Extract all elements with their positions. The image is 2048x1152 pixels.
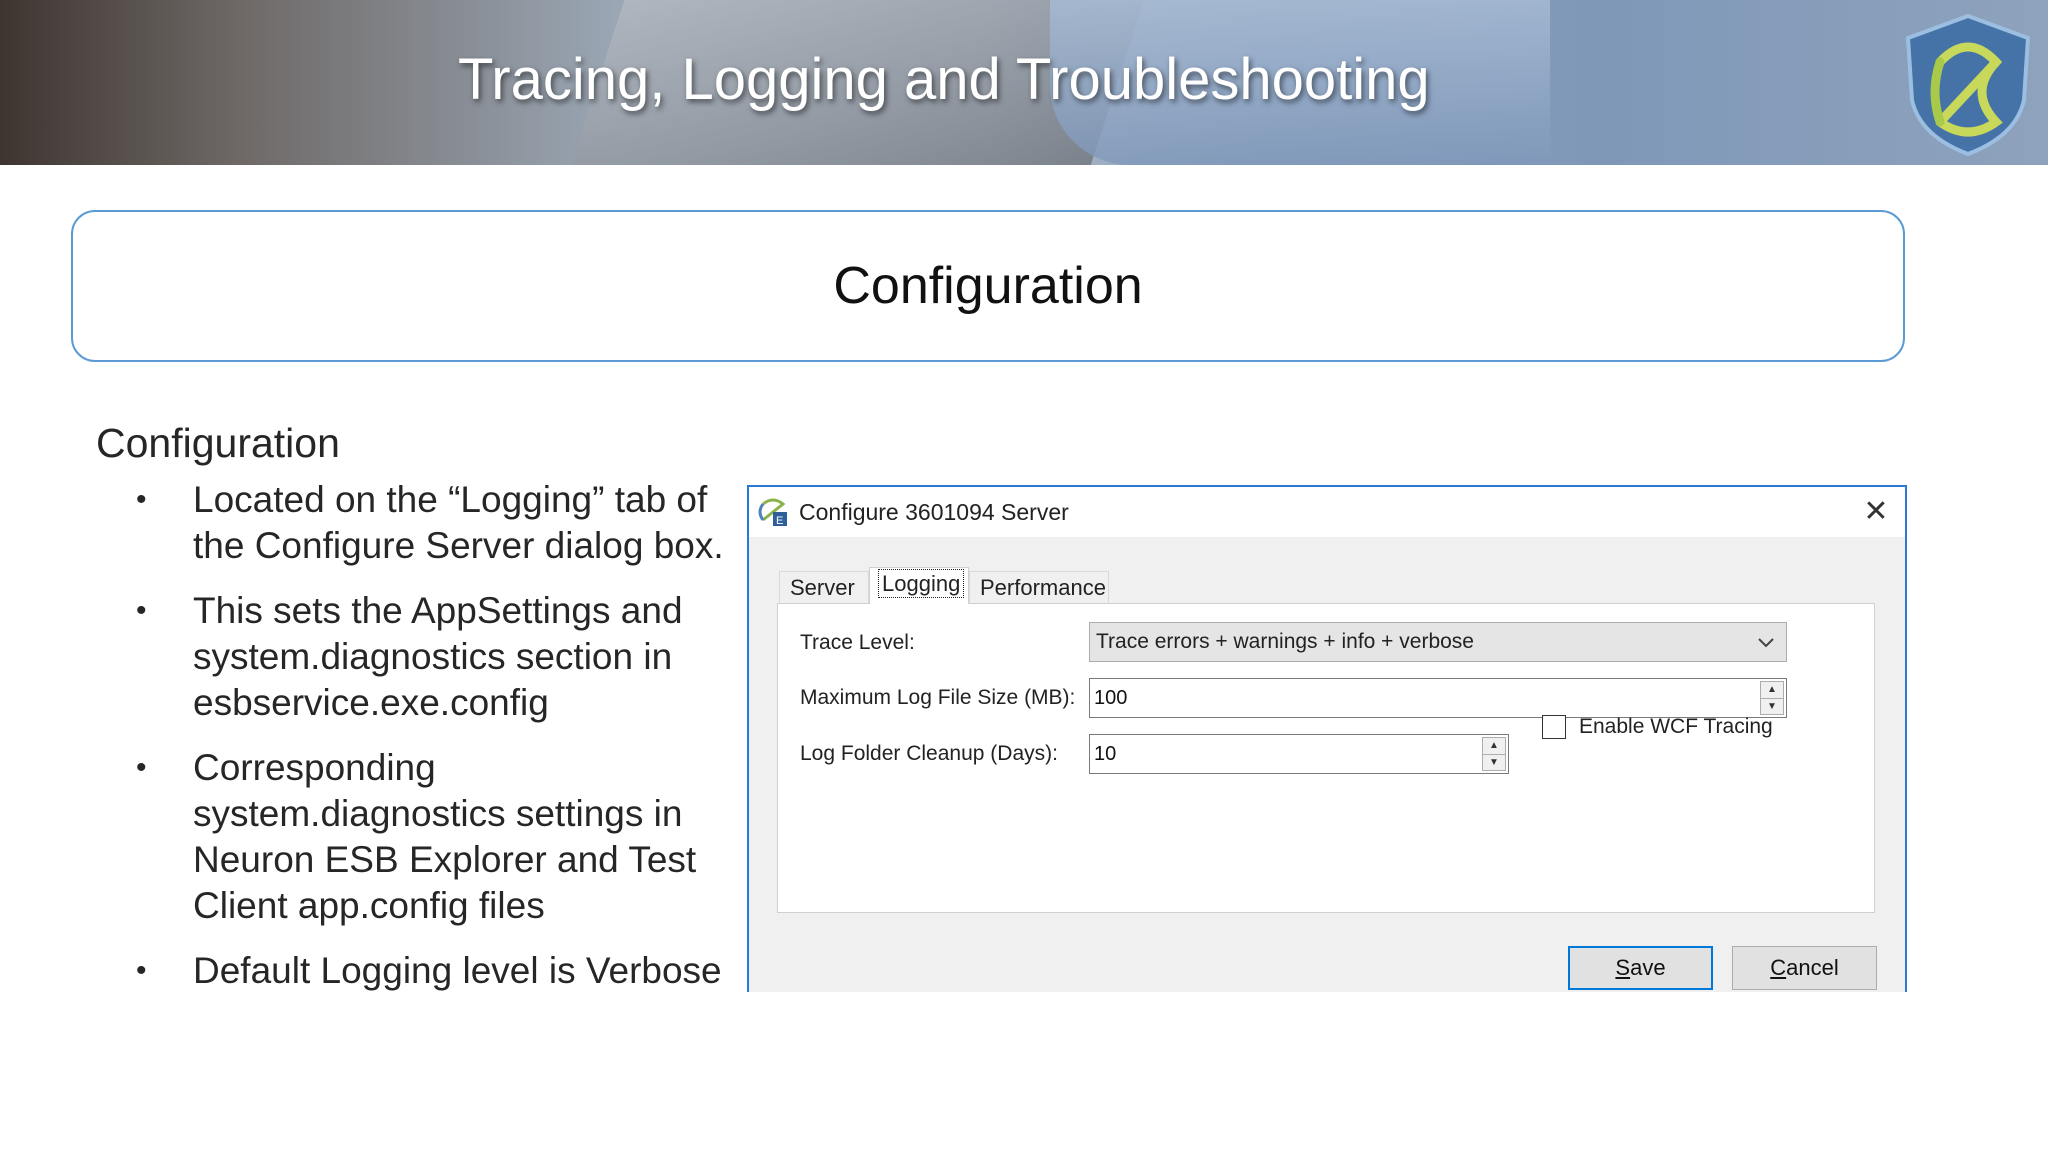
server-config-icon: E: [758, 498, 787, 527]
max-log-size-field[interactable]: 100 ▲ ▼: [1089, 678, 1787, 718]
bullet-item: • Default Logging level is Verbose: [96, 948, 736, 994]
tab-label: Logging: [877, 569, 965, 598]
enable-wcf-tracing-label[interactable]: Enable WCF Tracing: [1579, 715, 1773, 739]
save-button[interactable]: Save: [1568, 946, 1713, 990]
bullet-list: • Located on the “Logging” tab of the Con…: [96, 477, 736, 994]
max-log-size-label: Maximum Log File Size (MB):: [800, 686, 1076, 709]
logging-tab-panel: Trace Level: Trace errors + warnings + i…: [777, 603, 1875, 913]
cleanup-days-value: 10: [1094, 743, 1117, 765]
tab-logging[interactable]: Logging: [869, 567, 969, 604]
bullet-item: • Located on the “Logging” tab of the Con…: [96, 477, 736, 569]
bullet-dot: •: [136, 751, 147, 784]
header-banner: Tracing, Logging and Troubleshooting: [0, 0, 2048, 165]
bullet-dot: •: [136, 483, 147, 516]
trace-level-label: Trace Level:: [800, 631, 915, 654]
shield-knot-logo-icon: [1905, 13, 2031, 157]
save-mnemonic: S: [1615, 955, 1631, 980]
cancel-button[interactable]: Cancel: [1732, 946, 1877, 990]
bullet-text: Located on the “Logging” tab of the Conf…: [193, 479, 724, 566]
spin-up-icon[interactable]: ▲: [1483, 738, 1505, 755]
tab-server[interactable]: Server: [779, 571, 869, 603]
cancel-label: ancel: [1786, 955, 1839, 980]
max-log-size-spinner[interactable]: ▲ ▼: [1760, 681, 1784, 715]
section-title: Configuration: [96, 420, 340, 466]
dialog-title: Configure 3601094 Server: [799, 499, 1069, 525]
cleanup-days-field[interactable]: 10 ▲ ▼: [1089, 734, 1509, 774]
bullet-text: This sets the AppSettings and system.dia…: [193, 590, 683, 723]
slide-title: Configuration: [833, 257, 1143, 315]
content-column: Configuration • Located on the “Logging” …: [96, 420, 736, 1013]
tab-label: Server: [790, 575, 855, 600]
configure-server-dialog: E Configure 3601094 Server ✕ Server Logg…: [747, 485, 1907, 992]
bullet-dot: •: [136, 954, 147, 987]
trace-level-value: Trace errors + warnings + info + verbose: [1096, 630, 1474, 653]
cancel-mnemonic: C: [1770, 955, 1787, 980]
spin-up-icon[interactable]: ▲: [1761, 682, 1783, 699]
dialog-titlebar: E Configure 3601094 Server ✕: [749, 487, 1905, 537]
chevron-down-icon: [1758, 638, 1774, 648]
enable-wcf-tracing-checkbox[interactable]: [1542, 715, 1566, 739]
dialog-body: Server Logging Performance Trace Level: …: [749, 537, 1905, 992]
spin-down-icon[interactable]: ▼: [1761, 699, 1783, 715]
bullet-text: Default Logging level is Verbose: [193, 950, 722, 991]
bullet-dot: •: [136, 594, 147, 627]
bullet-item: • Corresponding system.diagnostics settin…: [96, 745, 736, 929]
bullet-item: • This sets the AppSettings and system.di…: [96, 588, 736, 726]
banner-title: Tracing, Logging and Troubleshooting: [458, 47, 1430, 112]
svg-text:E: E: [776, 515, 783, 527]
tab-label: Performance: [980, 575, 1106, 600]
spin-down-icon[interactable]: ▼: [1483, 755, 1505, 771]
save-label: ave: [1630, 955, 1666, 980]
slide-title-box: Configuration: [71, 210, 1905, 362]
cleanup-days-label: Log Folder Cleanup (Days):: [800, 742, 1058, 765]
tab-performance[interactable]: Performance: [969, 571, 1109, 603]
cleanup-days-spinner[interactable]: ▲ ▼: [1482, 737, 1506, 771]
close-icon[interactable]: ✕: [1859, 495, 1893, 529]
trace-level-select[interactable]: Trace errors + warnings + info + verbose: [1089, 622, 1787, 662]
bullet-text: Corresponding system.diagnostics setting…: [193, 747, 697, 926]
max-log-size-value: 100: [1094, 687, 1128, 709]
